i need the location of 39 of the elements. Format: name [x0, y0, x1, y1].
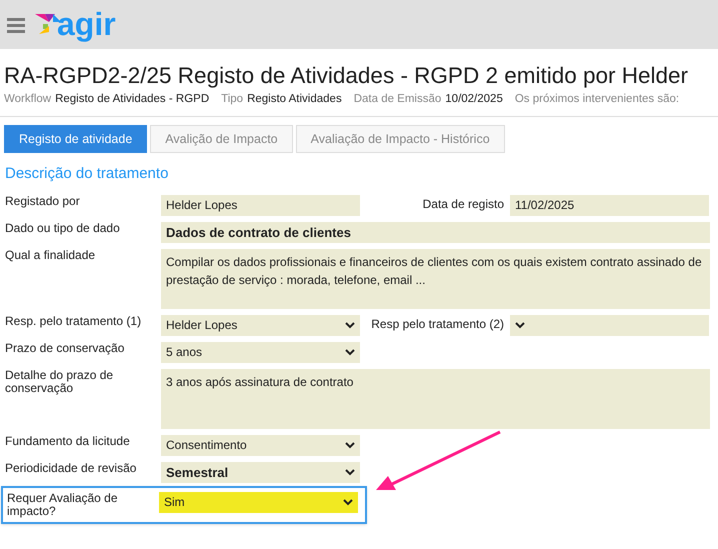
- field-label: Resp. pelo tratamento (1): [5, 314, 142, 328]
- dropdown[interactable]: Helder Lopes: [161, 314, 360, 336]
- input-field[interactable]: 11/02/2025: [510, 194, 709, 216]
- meta-label: Data de Emissão: [354, 92, 442, 107]
- field-label: Dado ou tipo de dado: [5, 222, 121, 235]
- field-label: Qual a finalidade: [5, 248, 96, 262]
- meta-value: 10/02/2025: [445, 92, 503, 107]
- meta-value: Registo de Atividades - RGPD: [55, 92, 210, 107]
- tab[interactable]: Registo de atividade: [4, 125, 148, 154]
- field-label: Resp pelo tratamento (2): [370, 316, 505, 333]
- meta-label: Tipo: [221, 92, 244, 107]
- section-title: Descrição do tratamento: [4, 164, 170, 184]
- input-field[interactable]: Dados de contrato de clientes: [161, 222, 710, 243]
- dropdown[interactable]: Consentimento: [161, 434, 360, 456]
- field-label: Detalhe do prazo de conservação: [5, 368, 114, 395]
- meta-value: Registo Atividades: [247, 92, 342, 107]
- chevron-down-icon: [345, 348, 355, 356]
- text-area[interactable]: Compilar os dados profissionais e financeiros de clientes com os quais existem contrato assinado de prestação de serviço : morada, telefone, email ...: [161, 248, 710, 309]
- meta-label: Workflow: [4, 92, 52, 107]
- chevron-down-icon: [515, 322, 525, 329]
- chevron-down-icon: [345, 468, 355, 476]
- input-field[interactable]: Helder Lopes: [161, 194, 360, 216]
- field-label: Requer Avaliação de impacto?: [7, 492, 119, 518]
- chevron-down-icon: [345, 322, 355, 329]
- dropdown[interactable]: Sim: [159, 492, 358, 513]
- field-label: Fundamento da licitude: [5, 434, 131, 448]
- field-label: Registado por: [5, 194, 81, 208]
- field-label: Periodicidade de revisão: [5, 462, 138, 475]
- meta-label: Os próximos intervenientes são:: [514, 92, 680, 107]
- chevron-down-icon: [343, 498, 353, 506]
- chevron-down-icon: [345, 442, 355, 449]
- text-area[interactable]: 3 anos após assinatura de contrato: [161, 368, 710, 429]
- dropdown[interactable]: 5 anos: [161, 342, 360, 363]
- dropdown[interactable]: Semestral: [161, 462, 360, 483]
- field-label: Prazo de conservação: [5, 342, 126, 355]
- field-label: Data de registo: [422, 196, 505, 213]
- menu-icon[interactable]: [7, 16, 25, 32]
- logo-text: agir: [57, 8, 116, 40]
- page-title: RA-RGPD2-2/25 Registo de Atividades - RGPD 2 emitido por Helder: [3, 62, 690, 90]
